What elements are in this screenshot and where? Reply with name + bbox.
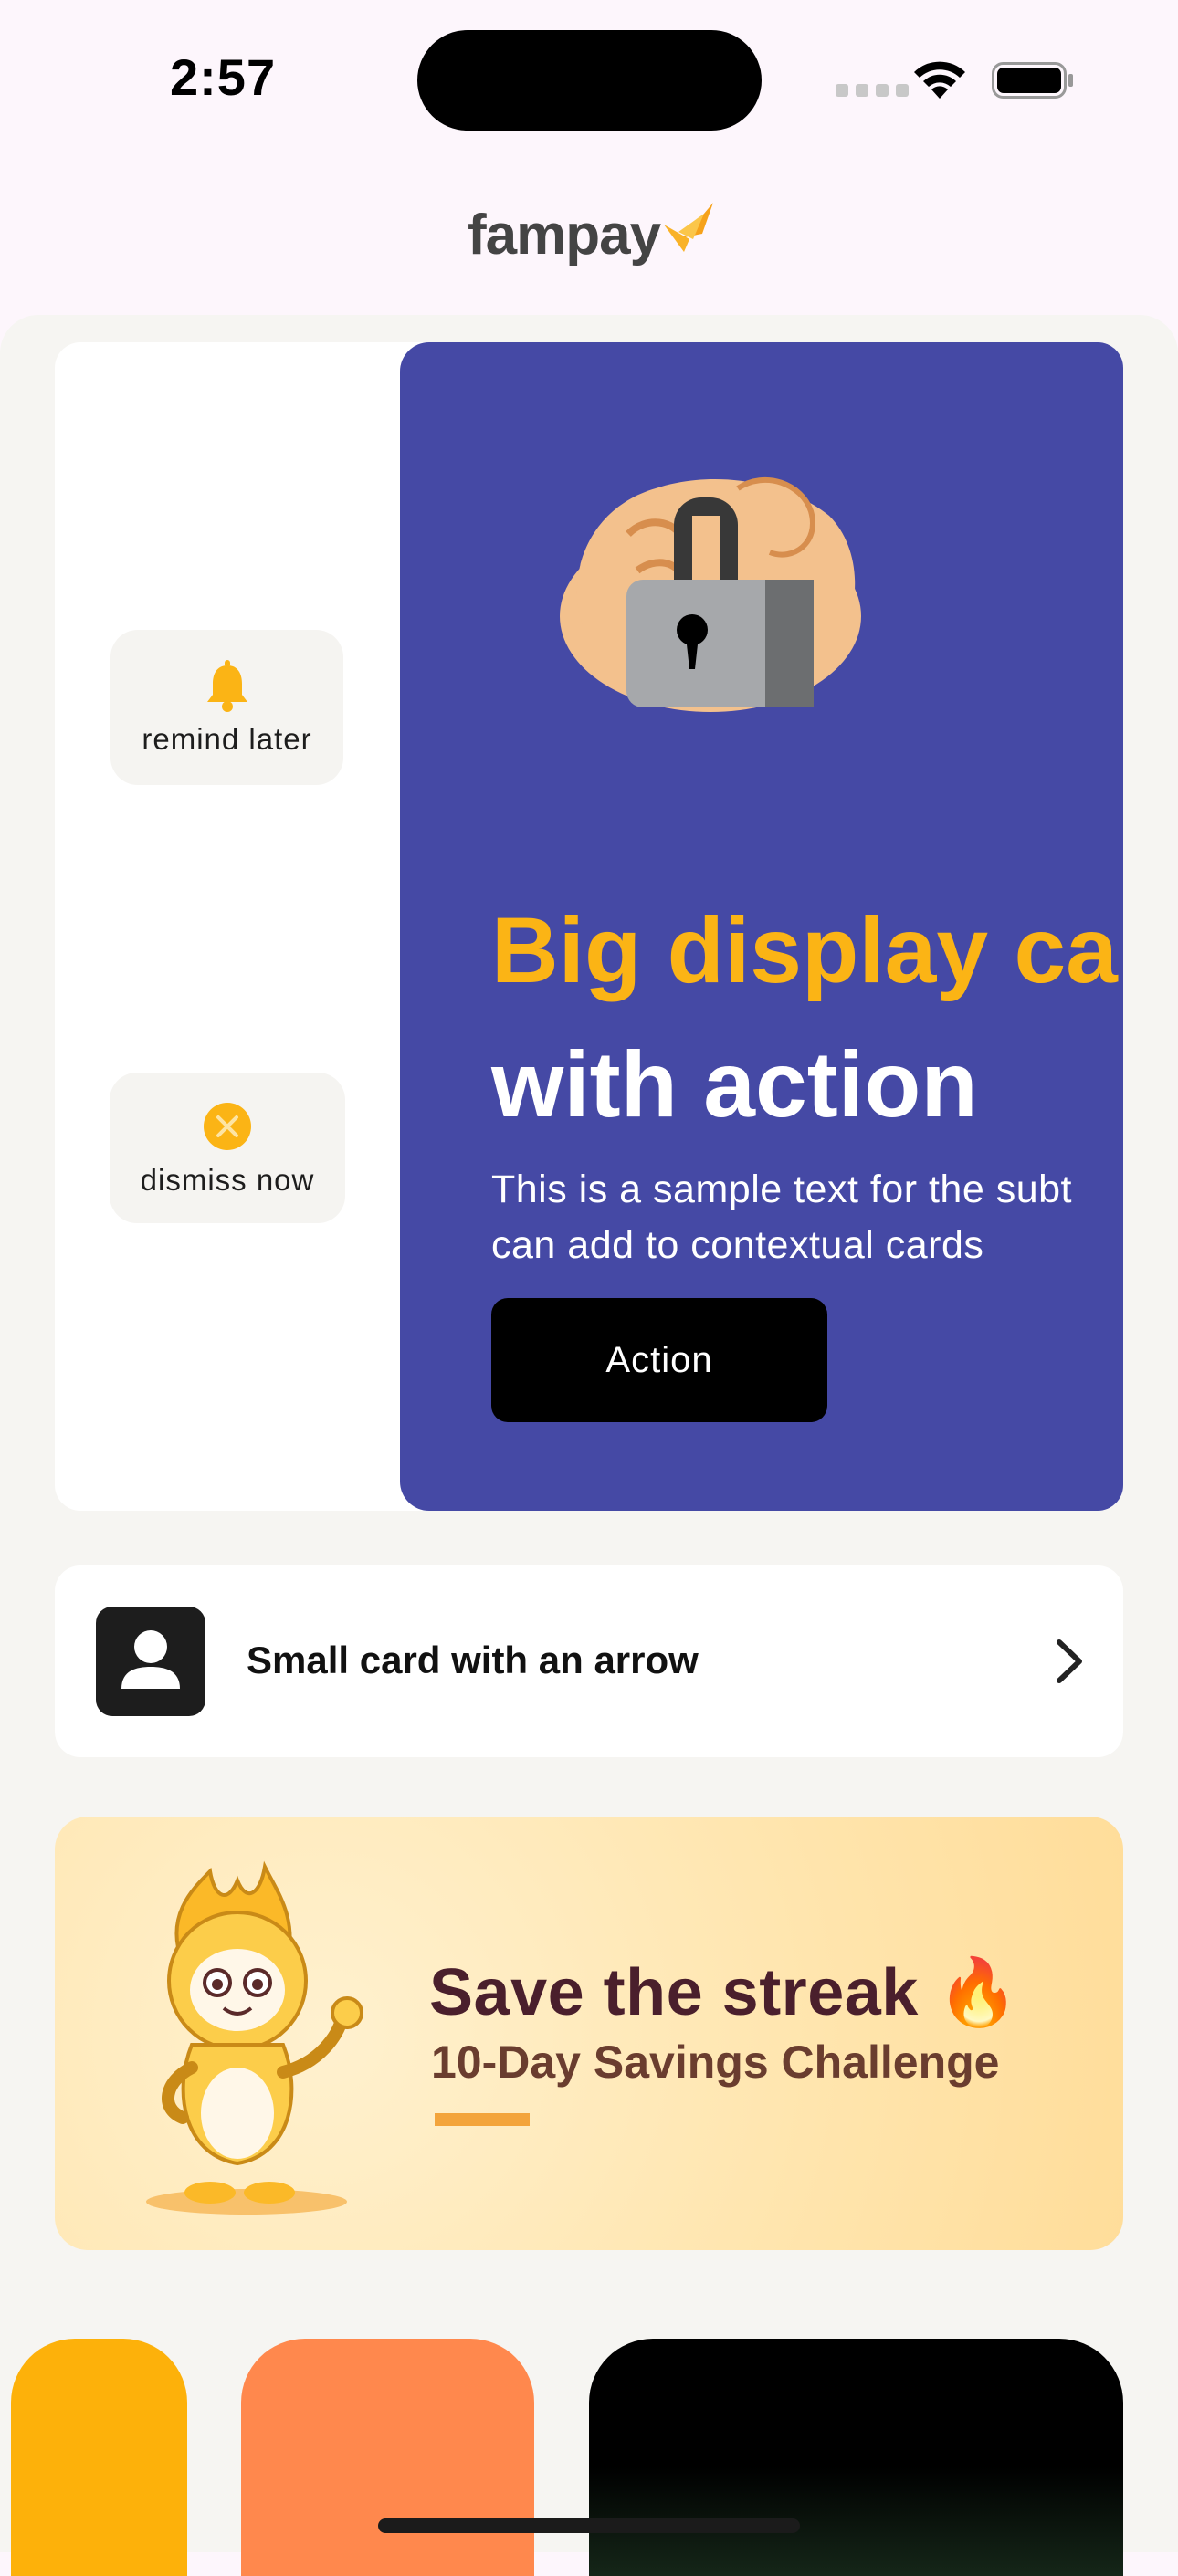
lock-in-hand-illustration bbox=[560, 477, 861, 712]
bottom-card-yellow[interactable] bbox=[11, 2339, 187, 2576]
flame-mascot-illustration bbox=[146, 1860, 363, 2215]
dismiss-now-label: dismiss now bbox=[140, 1162, 315, 1197]
user-icon-container bbox=[96, 1607, 205, 1716]
action-button[interactable]: Action bbox=[491, 1298, 827, 1422]
remind-later-button[interactable]: remind later bbox=[110, 630, 343, 785]
banner-subtitle: 10-Day Savings Challenge bbox=[431, 2037, 1000, 2088]
home-indicator[interactable] bbox=[378, 2518, 800, 2533]
banner-title: Save the streak 🔥 bbox=[429, 1956, 1020, 2029]
wifi-icon bbox=[914, 61, 965, 99]
logo-text: fampay bbox=[468, 204, 661, 267]
remind-later-label: remind later bbox=[142, 722, 312, 756]
bell-icon bbox=[206, 660, 247, 712]
status-time: 2:57 bbox=[170, 48, 277, 106]
dismiss-now-button[interactable]: dismiss now bbox=[110, 1073, 345, 1223]
savings-challenge-banner[interactable]: Save the streak 🔥 10-Day Savings Challen… bbox=[55, 1817, 1123, 2250]
small-card-with-arrow[interactable]: Small card with an arrow bbox=[55, 1565, 1123, 1757]
big-card-description: This is a sample text for the subt can a… bbox=[491, 1168, 1072, 1267]
big-display-card-container: remind later dismiss now Big display car… bbox=[55, 342, 1123, 1511]
big-card-title-line1: Big display car bbox=[491, 898, 1123, 1002]
bottom-card-black[interactable] bbox=[589, 2339, 1123, 2576]
cellular-signal-icon bbox=[836, 84, 909, 97]
battery-icon bbox=[992, 62, 1073, 99]
chevron-right-icon bbox=[1057, 1639, 1082, 1683]
close-circle-icon bbox=[204, 1102, 251, 1150]
small-card-label: Small card with an arrow bbox=[247, 1639, 699, 1681]
dynamic-island bbox=[417, 30, 762, 131]
user-icon bbox=[121, 1630, 180, 1689]
big-card-title-line2: with action bbox=[491, 1032, 978, 1136]
bird-logo-icon bbox=[664, 202, 714, 252]
big-display-card[interactable]: Big display car with action This is a sa… bbox=[400, 342, 1123, 1511]
banner-underline bbox=[435, 2113, 530, 2126]
fampay-logo: fampay bbox=[468, 202, 720, 267]
bottom-card-orange[interactable] bbox=[241, 2339, 534, 2576]
